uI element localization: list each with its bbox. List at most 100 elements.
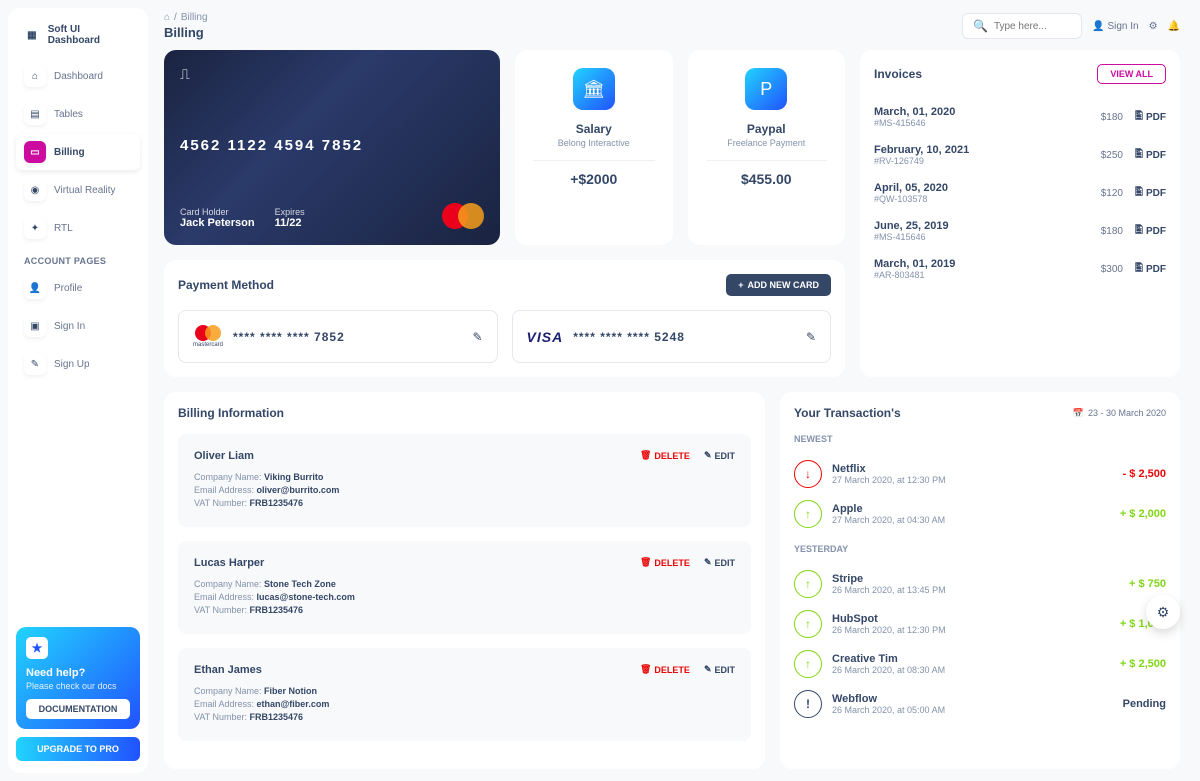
- pdf-link[interactable]: 🖺PDF: [1135, 223, 1166, 240]
- credit-card: ⎍ 4562 1122 4594 7852 Card HolderJack Pe…: [164, 50, 500, 245]
- pdf-icon: 🖺: [1135, 147, 1143, 164]
- pencil-icon: ✎: [704, 664, 712, 675]
- cube-icon: ◉: [24, 179, 46, 201]
- pencil-icon: ✎: [704, 450, 712, 461]
- invoice-item: June, 25, 2019#MS-415646$180🖺PDF: [874, 212, 1166, 250]
- doc-icon: ▣: [24, 315, 46, 337]
- gear-icon: ⚙: [1157, 604, 1170, 621]
- signin-link[interactable]: 👤Sign In: [1092, 21, 1139, 32]
- page-title: Billing: [164, 25, 208, 40]
- salary-card: 🏛 Salary Belong Interactive +$2000: [515, 50, 673, 245]
- sidebar-item-billing[interactable]: ▭Billing: [16, 134, 140, 170]
- breadcrumb: ⌂ / Billing: [164, 12, 208, 23]
- sidebar: ▦ Soft UI Dashboard ⌂Dashboard ▤Tables ▭…: [8, 8, 148, 773]
- settings-icon[interactable]: ⚙: [1149, 21, 1158, 32]
- help-card: ★ Need help? Please check our docs DOCUM…: [16, 627, 140, 729]
- edit-button[interactable]: ✎EDIT: [704, 557, 735, 568]
- sidebar-item-rtl[interactable]: ✦RTL: [16, 210, 140, 246]
- mastercard-icon: [442, 203, 484, 229]
- transaction-item: ↑Apple27 March 2020, at 04:30 AM+ $ 2,00…: [794, 494, 1166, 534]
- upgrade-button[interactable]: UPGRADE TO PRO: [16, 737, 140, 761]
- paypal-value: $455.00: [706, 171, 828, 187]
- search-icon: 🔍: [973, 19, 988, 33]
- billing-item: Lucas Harper🗑DELETE✎EDITCompany Name: St…: [178, 541, 751, 634]
- breadcrumb-page[interactable]: Billing: [181, 12, 208, 23]
- calendar-icon: 📅: [1073, 408, 1084, 419]
- view-all-button[interactable]: VIEW ALL: [1097, 64, 1166, 84]
- sidebar-item-dashboard[interactable]: ⌂Dashboard: [16, 58, 140, 94]
- bell-icon[interactable]: 🔔: [1168, 21, 1180, 32]
- paypal-card: P Paypal Freelance Payment $455.00: [688, 50, 846, 245]
- main-content: ⌂ / Billing Billing 🔍 👤Sign In ⚙ 🔔: [156, 0, 1200, 781]
- documentation-button[interactable]: DOCUMENTATION: [26, 699, 130, 719]
- pdf-icon: 🖺: [1135, 109, 1143, 126]
- pdf-link[interactable]: 🖺PDF: [1135, 147, 1166, 164]
- trash-icon: 🗑: [640, 557, 651, 568]
- delete-button[interactable]: 🗑DELETE: [640, 664, 690, 675]
- edit-button[interactable]: ✎EDIT: [704, 450, 735, 461]
- brand-logo[interactable]: ▦ Soft UI Dashboard: [16, 20, 140, 58]
- plus-icon: +: [738, 280, 743, 290]
- invoices-card: Invoices VIEW ALL March, 01, 2020#MS-415…: [860, 50, 1180, 377]
- billing-item: Ethan James🗑DELETE✎EDITCompany Name: Fib…: [178, 648, 751, 741]
- sidebar-section-account: ACCOUNT PAGES: [16, 248, 140, 270]
- sidebar-item-signup[interactable]: ✎Sign Up: [16, 346, 140, 382]
- search-box[interactable]: 🔍: [962, 13, 1082, 39]
- sidebar-item-tables[interactable]: ▤Tables: [16, 96, 140, 132]
- arrow-up-icon: ↑: [794, 570, 822, 598]
- paypal-icon: P: [745, 68, 787, 110]
- pdf-icon: 🖺: [1135, 261, 1143, 278]
- transaction-item: ↑Creative Tim26 March 2020, at 08:30 AM+…: [794, 644, 1166, 684]
- card-holder: Jack Peterson: [180, 217, 255, 229]
- salary-value: +$2000: [533, 171, 655, 187]
- arrow-down-icon: ↓: [794, 460, 822, 488]
- delete-button[interactable]: 🗑DELETE: [640, 450, 690, 461]
- user-icon: 👤: [24, 277, 46, 299]
- sidebar-item-profile[interactable]: 👤Profile: [16, 270, 140, 306]
- settings-fab[interactable]: ⚙: [1146, 595, 1180, 629]
- invoice-item: April, 05, 2020#QW-103578$120🖺PDF: [874, 174, 1166, 212]
- brand-name: Soft UI Dashboard: [48, 24, 134, 46]
- arrow-up-icon: ↑: [794, 650, 822, 678]
- edit-card-button[interactable]: ✎: [806, 330, 816, 344]
- arrow-up-icon: ↑: [794, 500, 822, 528]
- invoices-title: Invoices: [874, 67, 922, 81]
- shop-icon: ⌂: [24, 65, 46, 87]
- table-icon: ▤: [24, 103, 46, 125]
- transaction-item: !Webflow26 March 2020, at 05:00 AMPendin…: [794, 684, 1166, 724]
- arrow-up-icon: ↑: [794, 610, 822, 638]
- wifi-icon: ⎍: [180, 66, 484, 83]
- transaction-item: ↓Netflix27 March 2020, at 12:30 PM- $ 2,…: [794, 454, 1166, 494]
- trash-icon: 🗑: [640, 450, 651, 461]
- card-number: 4562 1122 4594 7852: [180, 137, 484, 154]
- pdf-icon: 🖺: [1135, 185, 1143, 202]
- pdf-link[interactable]: 🖺PDF: [1135, 185, 1166, 202]
- transactions-title: Your Transaction's: [794, 406, 901, 420]
- add-card-button[interactable]: +ADD NEW CARD: [726, 274, 831, 296]
- pdf-icon: 🖺: [1135, 223, 1143, 240]
- arrow-pend-icon: !: [794, 690, 822, 718]
- visa-icon: VISA: [527, 329, 564, 345]
- edit-button[interactable]: ✎EDIT: [704, 664, 735, 675]
- home-icon[interactable]: ⌂: [164, 12, 170, 23]
- pdf-link[interactable]: 🖺PDF: [1135, 261, 1166, 278]
- delete-button[interactable]: 🗑DELETE: [640, 557, 690, 568]
- transaction-item: ↑Stripe26 March 2020, at 13:45 PM+ $ 750: [794, 564, 1166, 604]
- card-icon: ▭: [24, 141, 46, 163]
- tool-icon: ✦: [24, 217, 46, 239]
- sidebar-item-vr[interactable]: ◉Virtual Reality: [16, 172, 140, 208]
- card-expires: 11/22: [275, 217, 305, 229]
- date-range: 📅23 - 30 March 2020: [1073, 408, 1166, 419]
- search-input[interactable]: [994, 21, 1074, 32]
- payment-method-card: Payment Method +ADD NEW CARD mastercard …: [164, 260, 845, 377]
- pdf-link[interactable]: 🖺PDF: [1135, 109, 1166, 126]
- payment-method-title: Payment Method: [178, 278, 274, 292]
- topbar: ⌂ / Billing Billing 🔍 👤Sign In ⚙ 🔔: [164, 12, 1180, 40]
- sidebar-item-signin[interactable]: ▣Sign In: [16, 308, 140, 344]
- transactions-card: Your Transaction's 📅23 - 30 March 2020 N…: [780, 392, 1180, 769]
- payment-card-1: mastercard **** **** **** 7852 ✎: [178, 310, 498, 363]
- edit-card-button[interactable]: ✎: [472, 330, 482, 344]
- bank-icon: 🏛: [573, 68, 615, 110]
- transaction-item: ↑HubSpot26 March 2020, at 12:30 PM+ $ 1,…: [794, 604, 1166, 644]
- invoice-item: February, 10, 2021#RV-126749$250🖺PDF: [874, 136, 1166, 174]
